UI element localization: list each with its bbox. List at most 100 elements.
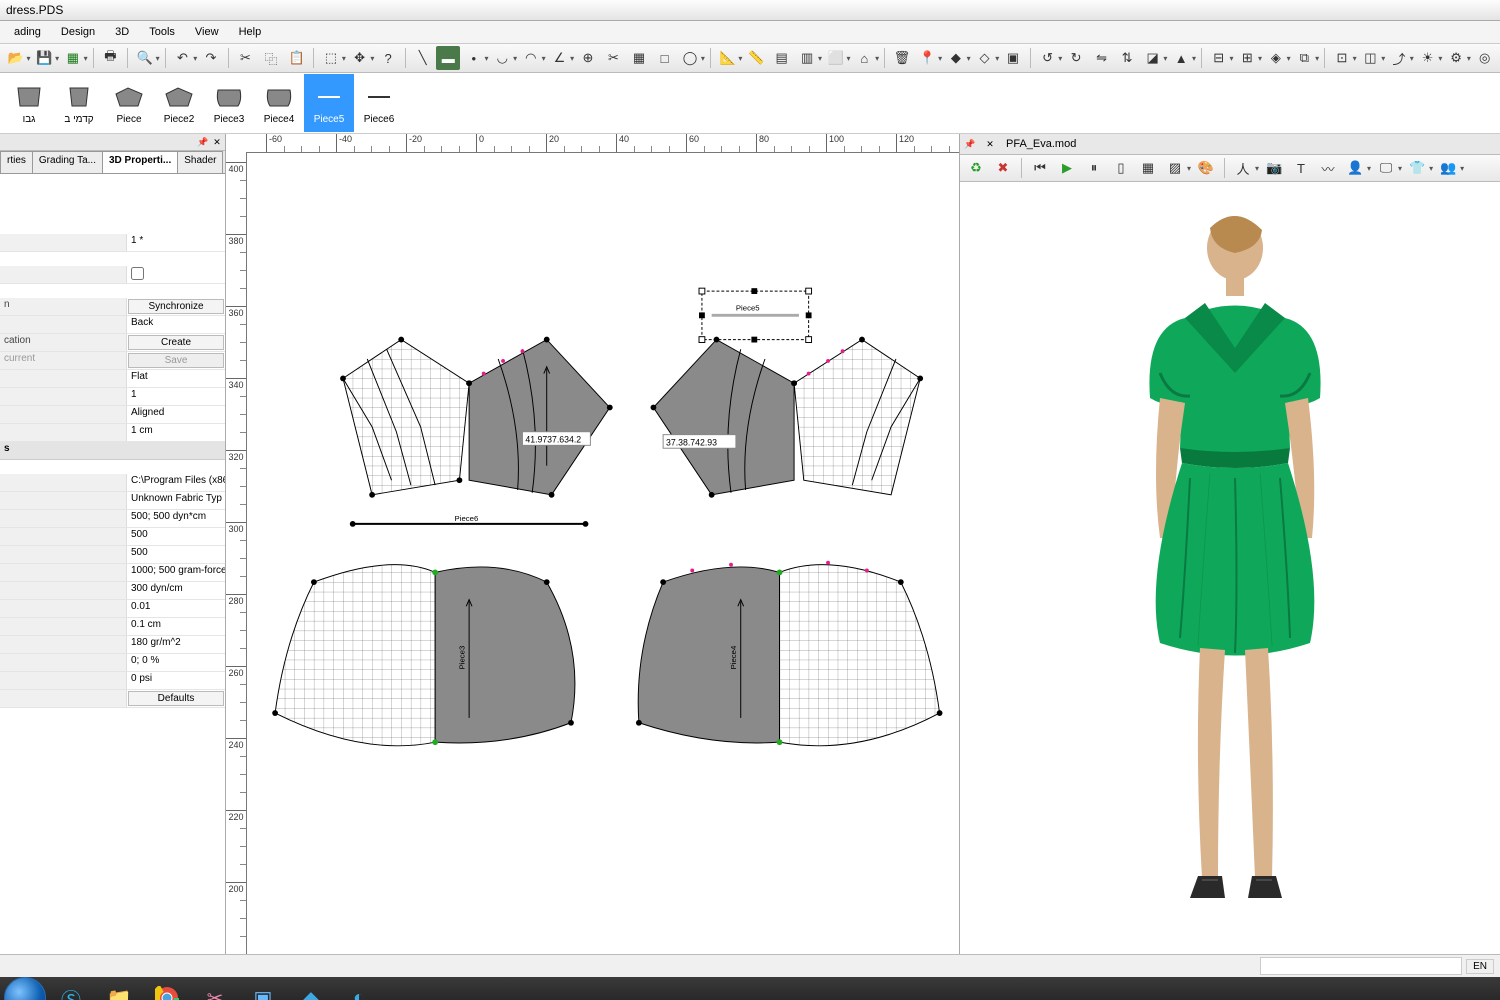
cut-icon[interactable]: ✂ <box>234 46 258 70</box>
view-wireframe-icon[interactable]: ▨ <box>1163 156 1187 180</box>
rotate-cw-icon[interactable]: ↻ <box>1064 46 1088 70</box>
house-icon[interactable]: ⌂ <box>853 46 877 70</box>
dropdown-icon[interactable]: ▾ <box>1460 164 1464 173</box>
dropdown-icon[interactable]: ▾ <box>1315 54 1319 63</box>
dropdown-icon[interactable]: ▾ <box>156 54 160 63</box>
mirror-icon[interactable]: ◪ <box>1141 46 1165 70</box>
camera-icon[interactable]: 📷 <box>1262 156 1286 180</box>
piece-item-5[interactable]: Piece4 <box>254 74 304 132</box>
prop-v5[interactable]: 300 dyn/cm <box>127 582 225 599</box>
help-icon[interactable]: ? <box>376 46 400 70</box>
dropdown-icon[interactable]: ▾ <box>542 54 546 63</box>
taskbar-scissors-icon[interactable]: ✂ <box>192 981 238 1000</box>
dropdown-icon[interactable]: ▾ <box>570 54 574 63</box>
menu-tools[interactable]: Tools <box>139 23 185 41</box>
piece-item-3[interactable]: Piece2 <box>154 74 204 132</box>
dropdown-icon[interactable]: ▾ <box>1255 164 1259 173</box>
transform-icon[interactable]: ⬜ <box>824 46 848 70</box>
dropdown-icon[interactable]: ▾ <box>1287 54 1291 63</box>
tool-c-icon[interactable]: ▣ <box>1001 46 1025 70</box>
view-front-icon[interactable]: ▯ <box>1109 156 1133 180</box>
dropdown-icon[interactable]: ▾ <box>55 54 59 63</box>
dropdown-icon[interactable]: ▾ <box>1438 54 1442 63</box>
tab-shader[interactable]: Shader <box>177 151 223 173</box>
pattern-canvas[interactable]: 41.9737.634.2 37.38.742.93 <box>246 152 959 954</box>
menu-help[interactable]: Help <box>229 23 272 41</box>
dropdown-icon[interactable]: ▾ <box>1381 54 1385 63</box>
pin-icon[interactable]: 📌 <box>197 136 209 148</box>
dropdown-icon[interactable]: ▾ <box>738 54 742 63</box>
tab-3d-properties[interactable]: 3D Properti... <box>102 151 178 173</box>
measure-icon[interactable]: 📐 <box>716 46 740 70</box>
taskbar-app-icon[interactable]: ▣ <box>240 981 286 1000</box>
print-icon[interactable]: 🖶 <box>99 46 123 70</box>
stop-icon[interactable]: ✖ <box>991 156 1015 180</box>
nest-icon[interactable]: ◫ <box>1359 46 1383 70</box>
tab-properties[interactable]: rties <box>0 151 33 173</box>
menu-grading[interactable]: ading <box>4 23 51 41</box>
prop-v6[interactable]: 0.01 <box>127 600 225 617</box>
point-tool-icon[interactable]: • <box>462 46 486 70</box>
taskbar-optitex-icon[interactable]: ◐ <box>336 981 382 1000</box>
menu-design[interactable]: Design <box>51 23 105 41</box>
dropdown-icon[interactable]: ▾ <box>27 54 31 63</box>
synchronize-button[interactable]: Synchronize <box>128 299 224 314</box>
notch-icon[interactable]: ⊞ <box>1236 46 1260 70</box>
pin-icon[interactable]: 📍 <box>916 46 940 70</box>
start-button[interactable] <box>4 977 46 1000</box>
pause-icon[interactable]: ⏸ <box>1082 156 1106 180</box>
dropdown-icon[interactable]: ▾ <box>875 54 879 63</box>
piece-item-1[interactable]: קדמי ב <box>54 74 104 132</box>
dropdown-icon[interactable]: ▾ <box>701 54 705 63</box>
close-icon[interactable]: ✕ <box>211 136 223 148</box>
open-icon[interactable]: 📂 <box>4 46 28 70</box>
prop-path[interactable]: C:\Program Files (x86 <box>127 474 225 491</box>
play-icon[interactable]: ▶ <box>1055 156 1079 180</box>
seam-icon[interactable]: ⊟ <box>1207 46 1231 70</box>
piece-item-2[interactable]: Piece <box>104 74 154 132</box>
dropdown-icon[interactable]: ▾ <box>1258 54 1262 63</box>
taskbar-teamviewer-icon[interactable]: ◆ <box>288 981 334 1000</box>
recycle-icon[interactable]: ♻ <box>964 156 988 180</box>
ruler-icon[interactable]: 📏 <box>744 46 768 70</box>
target-icon[interactable]: ◎ <box>1473 46 1497 70</box>
dropdown-icon[interactable]: ▾ <box>1429 164 1433 173</box>
dropdown-icon[interactable]: ▾ <box>967 54 971 63</box>
view-grid-icon[interactable]: ▦ <box>1136 156 1160 180</box>
dropdown-icon[interactable]: ▾ <box>513 54 517 63</box>
paste-icon[interactable]: 📋 <box>285 46 309 70</box>
palette-icon[interactable]: 🎨 <box>1194 156 1218 180</box>
dropdown-icon[interactable]: ▾ <box>818 54 822 63</box>
dropdown-icon[interactable]: ▾ <box>84 54 88 63</box>
dropdown-icon[interactable]: ▾ <box>1410 54 1414 63</box>
dropdown-icon[interactable]: ▾ <box>938 54 942 63</box>
prop-flat[interactable]: Flat <box>127 370 225 387</box>
prop-onecm[interactable]: 1 cm <box>127 424 225 441</box>
prop-size-value[interactable]: 1 * <box>127 234 225 251</box>
prop-v9[interactable]: 0; 0 % <box>127 654 225 671</box>
prop-v4[interactable]: 1000; 500 gram-force <box>127 564 225 581</box>
redo-icon[interactable]: ↷ <box>199 46 223 70</box>
prop-v1[interactable]: 500; 500 dyn*cm <box>127 510 225 527</box>
taskbar-chrome-icon[interactable] <box>144 981 190 1000</box>
defaults-button[interactable]: Defaults <box>128 691 224 706</box>
rotate-ccw-icon[interactable]: ↺ <box>1036 46 1060 70</box>
mountain-icon[interactable]: ▲ <box>1169 46 1193 70</box>
circle-tool-icon[interactable]: ◯ <box>678 46 702 70</box>
dropdown-icon[interactable]: ▾ <box>995 54 999 63</box>
render-viewport[interactable] <box>960 182 1500 954</box>
line-tool-icon[interactable]: ╲ <box>411 46 435 70</box>
dropdown-icon[interactable]: ▾ <box>1467 54 1471 63</box>
grade-icon[interactable]: ⊡ <box>1330 46 1354 70</box>
move-icon[interactable]: ✥ <box>348 46 372 70</box>
menu-view[interactable]: View <box>185 23 229 41</box>
prop-aligned[interactable]: Aligned <box>127 406 225 423</box>
prop-v8[interactable]: 180 gr/m^2 <box>127 636 225 653</box>
curve-tool-icon[interactable]: ◡ <box>491 46 515 70</box>
text-icon[interactable]: T <box>1289 156 1313 180</box>
align-icon[interactable]: ▤ <box>770 46 794 70</box>
zoom-icon[interactable]: 🔍 <box>133 46 157 70</box>
dropdown-icon[interactable]: ▾ <box>1398 164 1402 173</box>
light-icon[interactable]: 〰 <box>1316 156 1340 180</box>
taskbar-explorer-icon[interactable]: 📁 <box>96 981 142 1000</box>
